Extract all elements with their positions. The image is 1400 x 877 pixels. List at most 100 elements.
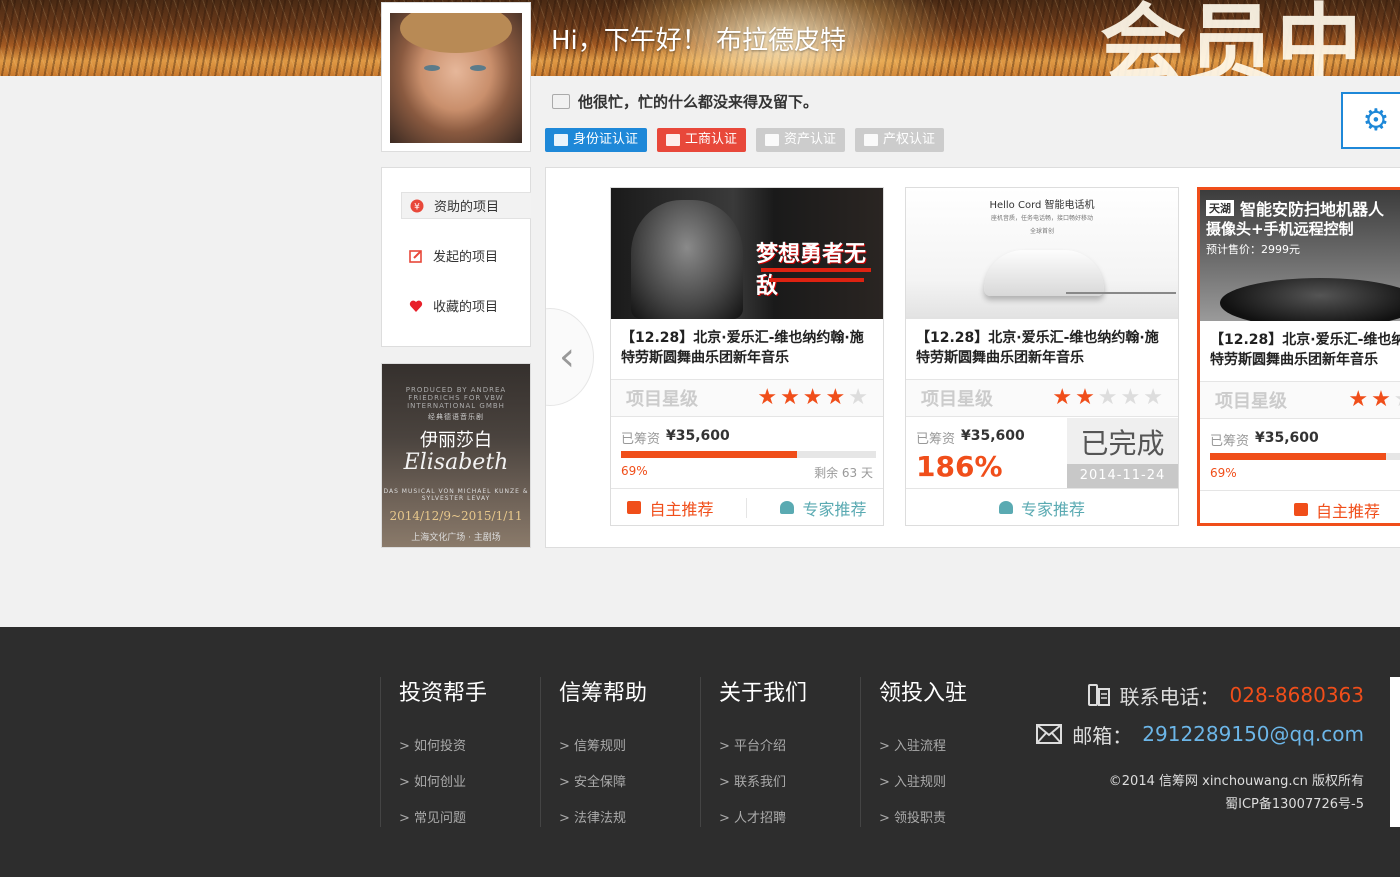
star-icon: ★ [825,385,846,410]
footer-column-title: 关于我们 [719,681,808,706]
footer-column-lead-investor: 领投入驻 > 入驻流程 > 入驻规则 > 领投职责 [860,677,967,827]
email-link[interactable]: 2912289150@qq.com [1142,722,1364,746]
footer-link[interactable]: > 如何投资 [399,735,466,771]
user-icon [780,501,795,514]
site-footer: 投资帮手 > 如何投资 > 如何创业 > 常见问题 信筹帮助 > 信筹规则 > … [0,627,1400,877]
yen-icon: ¥ [410,199,424,212]
sidebar-item-favorites[interactable]: 收藏的项目 [401,292,531,319]
card-actions: 自主推荐 [1200,490,1400,528]
expert-recommend-button[interactable]: 专家推荐 [998,496,1085,520]
completed-date: 2014-11-24 [1067,464,1178,488]
funding-percent: 186% [916,450,1003,483]
star-rating: ★★★★★ [1348,389,1400,411]
footer-link[interactable]: > 入驻流程 [879,735,946,771]
star-rating: ★★★★★ [1052,387,1163,409]
footer-link[interactable]: > 如何创业 [399,771,466,807]
card-actions: 自主推荐 专家推荐 [611,488,883,526]
progress-percent: 69% [621,464,648,478]
star-icon: ★ [780,385,800,410]
phone-number[interactable]: 028-8680363 [1230,683,1364,707]
project-image[interactable]: 梦想勇者无敌 [611,188,883,319]
id-card-icon [554,134,568,146]
project-title[interactable]: 【12.28】北京·爱乐汇-维也纳约翰·施特劳斯圆舞曲乐团新年音乐 [1210,330,1400,370]
badge-business-cert[interactable]: 工商认证 [657,128,747,152]
project-carousel: ‹ 梦想勇者无敌 【12.28】北京·爱乐汇-维也纳约翰·施特劳斯圆舞曲乐团新年… [545,167,1400,548]
star-icon: ★ [802,385,823,410]
footer-column-title: 投资帮手 [399,681,488,706]
chevron-left-icon: ‹ [559,334,575,380]
sidebar-item-initiated[interactable]: 发起的项目 [401,242,531,269]
side-ad-poster[interactable]: PRODUCED BY ANDREA FRIEDRICHS FOR VBW IN… [381,363,531,548]
project-image[interactable]: Hello Cord 智能电话机 座机音质，任务电话畅，接口畅好移动 全球首创 [906,188,1178,319]
funding-amount: 已筹资 ¥35,600 [1210,430,1319,449]
project-image[interactable]: 天湖 智能安防扫地机器人 摄像头+手机远程控制 预计售价：2999元 [1200,190,1400,321]
footer-link[interactable]: > 平台介绍 [719,735,786,771]
badge-id-cert[interactable]: 身份证认证 [545,128,648,152]
footer-link[interactable]: > 信筹规则 [559,735,626,771]
star-icon: ★ [1143,385,1163,410]
progress-bar-fill [1210,453,1386,460]
funding-amount: 已筹资 ¥35,600 [916,428,1025,447]
project-card[interactable]: Hello Cord 智能电话机 座机音质，任务电话畅，接口畅好移动 全球首创 … [905,187,1179,526]
star-icon: ★ [1120,385,1141,410]
footer-link[interactable]: > 常见问题 [399,807,466,843]
project-title[interactable]: 【12.28】北京·爱乐汇-维也纳约翰·施特劳斯圆舞曲乐团新年音乐 [916,328,1171,368]
avatar[interactable] [390,13,522,143]
star-icon: ★ [1097,385,1118,410]
banner-decoration-text: 会员中 [1100,0,1364,76]
icp-number: 蜀ICP备13007726号-5 [1225,797,1364,812]
contact-phone: 联系电话： 028-8680363 [1036,677,1364,713]
settings-button[interactable]: ⚙ [1341,92,1400,149]
user-motto: 他很忙，忙的什么都没来得及留下。 [552,91,818,112]
mail-icon [1036,724,1063,744]
project-card[interactable]: 梦想勇者无敌 【12.28】北京·爱乐汇-维也纳约翰·施特劳斯圆舞曲乐团新年音乐… [610,187,884,526]
copyright: ©2014 信筹网 xinchouwang.cn 版权所有 蜀ICP备13007… [1036,770,1364,816]
footer-link[interactable]: > 联系我们 [719,771,786,807]
star-rating: ★★★★★ [757,387,868,409]
self-recommend-button[interactable]: 自主推荐 [1293,498,1380,522]
project-card-highlighted[interactable]: 天湖 智能安防扫地机器人 摄像头+手机远程控制 预计售价：2999元 【12.2… [1197,187,1400,526]
avatar-frame [381,2,531,152]
star-icon: ★ [757,385,778,410]
star-icon: ★ [1371,387,1391,412]
sidebar-item-funded[interactable]: ¥ 资助的项目 [401,192,531,219]
contact-email: 邮箱： 2912289150@qq.com [1036,716,1364,752]
star-icon: ★ [1075,385,1095,410]
thumbs-up-icon [627,501,642,514]
footer-column-title: 领投入驻 [879,681,968,706]
footer-link[interactable]: > 安全保障 [559,771,626,807]
edit-icon [409,249,422,263]
badge-property-cert[interactable]: 产权认证 [855,128,945,152]
days-remaining: 剩余 63 天 [814,466,873,480]
project-title[interactable]: 【12.28】北京·爱乐汇-维也纳约翰·施特劳斯圆舞曲乐团新年音乐 [621,328,876,368]
footer-column-investment: 投资帮手 > 如何投资 > 如何创业 > 常见问题 [380,677,487,827]
badge-asset-cert[interactable]: 资产认证 [756,128,846,152]
footer-link[interactable]: > 法律法规 [559,807,626,843]
poster-title: 伊丽莎白 [420,430,492,451]
star-icon: ★ [1348,387,1369,412]
progress-bar [1210,453,1400,460]
poster-date: 2014/12/9~2015/1/11 [389,509,523,523]
footer-link[interactable]: > 人才招聘 [719,807,786,843]
expert-recommend-button[interactable]: 专家推荐 [780,496,866,520]
carousel-prev-button[interactable]: ‹ [546,308,594,406]
card-actions: 专家推荐 [906,488,1178,526]
rating-row: 项目星级 ★★★★★ [611,379,883,417]
wheat-icon [864,134,879,146]
footer-contact: 联系电话： 028-8680363 邮箱： 2912289150@qq.com ©2… [1036,677,1364,816]
sidebar-menu: ¥ 资助的项目 发起的项目 收藏的项目 [381,167,531,347]
progress-bar-fill [621,451,797,458]
gear-icon: ⚙ [1362,103,1390,138]
user-icon [998,501,1013,514]
footer-link[interactable]: > 领投职责 [879,807,946,843]
self-recommend-button[interactable]: 自主推荐 [627,496,714,520]
shield-icon [666,134,681,146]
footer-column-about: 关于我们 > 平台介绍 > 联系我们 > 人才招聘 [700,677,807,827]
star-icon: ★ [848,385,868,410]
greeting-text: Hi，下午好！ 布拉德皮特 [551,26,847,56]
rating-row: 项目星级 ★★★★★ [1200,381,1400,419]
footer-link[interactable]: > 入驻规则 [879,771,946,807]
progress-bar [621,451,876,458]
footer-column-help: 信筹帮助 > 信筹规则 > 安全保障 > 法律法规 [540,677,647,827]
heart-icon [409,300,423,312]
